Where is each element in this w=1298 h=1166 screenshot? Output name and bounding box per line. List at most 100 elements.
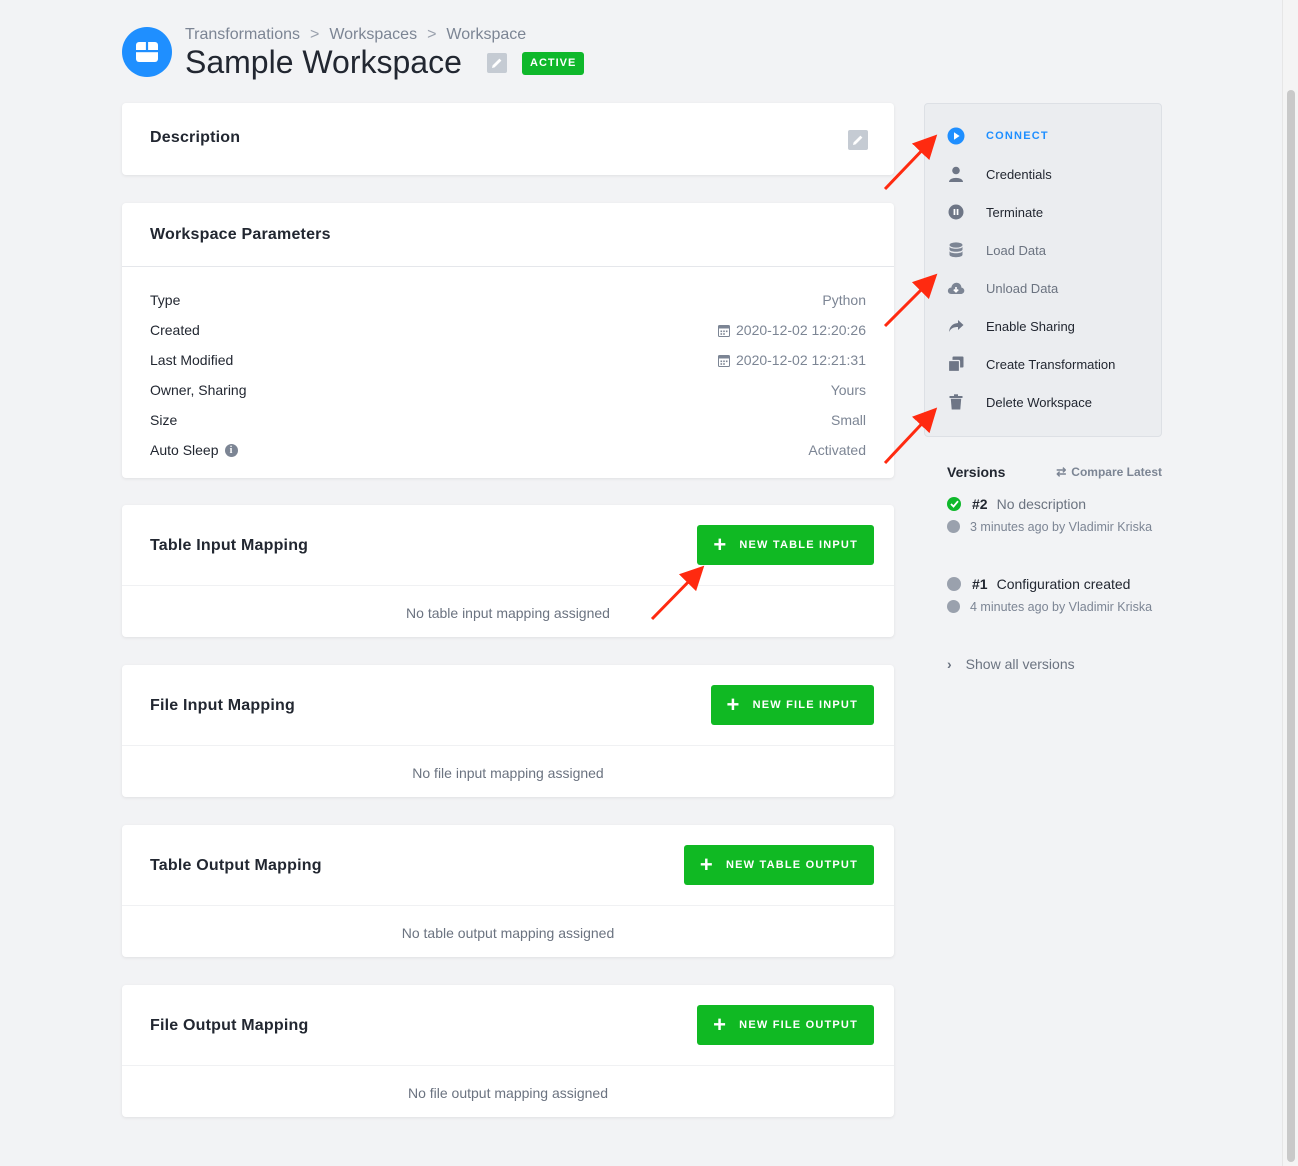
param-row-type: Type Python — [150, 285, 866, 315]
version-description: No description — [996, 496, 1087, 512]
empty-state: No table input mapping assigned — [406, 605, 610, 621]
button-label: NEW TABLE INPUT — [739, 539, 858, 551]
parameters-list: Type Python Created 2020-12-02 12:20:26 … — [150, 285, 866, 465]
version-item[interactable]: #1 Configuration created 4 minutes ago b… — [947, 574, 1162, 616]
workspace-icon — [122, 27, 172, 77]
menu-item-label: Credentials — [986, 166, 1052, 182]
chevron-right-icon: › — [947, 656, 952, 672]
param-label: Owner, Sharing — [150, 382, 247, 398]
new-file-input-button[interactable]: + NEW FILE INPUT — [710, 685, 874, 725]
pencil-icon[interactable] — [848, 130, 868, 150]
divider — [122, 905, 894, 906]
new-file-output-button[interactable]: + NEW FILE OUTPUT — [697, 1005, 874, 1045]
mapping-title: File Output Mapping — [150, 1017, 309, 1034]
param-label: Auto Sleep — [150, 442, 219, 458]
parameters-card: Workspace Parameters Type Python Created… — [122, 203, 894, 478]
divider — [122, 585, 894, 586]
breadcrumb-item-transformations[interactable]: Transformations — [185, 26, 300, 43]
breadcrumb-item-workspace: Workspace — [446, 26, 527, 43]
param-row-created: Created 2020-12-02 12:20:26 — [150, 315, 866, 345]
divider — [122, 745, 894, 746]
page-title: Sample Workspace — [185, 44, 462, 80]
param-label: Created — [150, 322, 200, 338]
version-number: #2 — [972, 496, 988, 512]
show-all-label: Show all versions — [965, 656, 1075, 672]
breadcrumb: Transformations > Workspaces > Workspace — [185, 26, 526, 44]
credentials-button[interactable]: Credentials — [925, 155, 1161, 193]
share-icon — [947, 317, 965, 335]
param-label: Size — [150, 412, 178, 428]
version-description: Configuration created — [996, 576, 1131, 592]
param-value: 2020-12-02 12:21:31 — [736, 352, 866, 368]
user-icon — [947, 165, 965, 183]
version-meta: 4 minutes ago by Vladimir Kriska — [947, 598, 1162, 616]
version-head: #1 Configuration created — [947, 574, 1162, 594]
version-number: #1 — [972, 576, 988, 592]
param-label: Type — [150, 292, 181, 308]
scrollbar[interactable] — [1282, 0, 1298, 1166]
terminate-button[interactable]: Terminate — [925, 193, 1161, 231]
compare-latest-link[interactable]: ⇄ Compare Latest — [1056, 465, 1162, 479]
param-value: 2020-12-02 12:20:26 — [736, 322, 866, 338]
mapping-title: File Input Mapping — [150, 697, 295, 714]
button-label: NEW FILE OUTPUT — [739, 1019, 858, 1031]
param-row-owner: Owner, Sharing Yours — [150, 375, 866, 405]
play-circle-icon — [947, 127, 965, 145]
version-meta-text: 4 minutes ago by Vladimir Kriska — [970, 600, 1153, 614]
menu-item-label: Delete Workspace — [986, 394, 1092, 410]
param-label: Last Modified — [150, 352, 234, 368]
create-transformation-button[interactable]: Create Transformation — [925, 345, 1161, 383]
new-table-output-button[interactable]: + NEW TABLE OUTPUT — [683, 845, 874, 885]
show-all-versions-link[interactable]: › Show all versions — [947, 656, 1075, 672]
chevron-right-icon: > — [310, 26, 320, 43]
param-row-last-modified: Last Modified 2020-12-02 12:21:31 — [150, 345, 866, 375]
plus-icon: + — [699, 852, 714, 877]
load-data-button[interactable]: Load Data — [925, 231, 1161, 269]
param-value: Yours — [830, 382, 866, 398]
pause-circle-icon — [947, 203, 965, 221]
compare-label: Compare Latest — [1071, 465, 1162, 479]
menu-item-label: Unload Data — [986, 280, 1059, 296]
menu-item-label: Create Transformation — [986, 356, 1116, 372]
version-meta: 3 minutes ago by Vladimir Kriska — [947, 518, 1162, 536]
empty-state: No file output mapping assigned — [407, 1085, 609, 1101]
check-circle-icon — [947, 497, 961, 511]
version-head: #2 No description — [947, 494, 1162, 514]
delete-workspace-button[interactable]: Delete Workspace — [925, 383, 1161, 421]
swap-icon: ⇄ — [1056, 465, 1067, 479]
connect-button[interactable]: CONNECT — [925, 117, 1161, 155]
mapping-title: Table Output Mapping — [150, 857, 322, 874]
pencil-icon[interactable] — [487, 53, 507, 73]
param-label-wrap: Auto Sleep i — [150, 442, 238, 458]
description-title: Description — [150, 129, 241, 146]
param-value: Python — [822, 292, 866, 308]
new-table-input-button[interactable]: + NEW TABLE INPUT — [697, 525, 874, 565]
info-icon[interactable]: i — [224, 443, 238, 457]
plus-icon: + — [726, 692, 741, 717]
mapping-title: Table Input Mapping — [150, 537, 309, 554]
plus-icon: + — [713, 1012, 728, 1037]
description-card: Description — [122, 103, 894, 175]
param-row-auto-sleep: Auto Sleep i Activated — [150, 435, 866, 465]
enable-sharing-button[interactable]: Enable Sharing — [925, 307, 1161, 345]
file-input-mapping-card: File Input Mapping + NEW FILE INPUT No fi… — [122, 665, 894, 797]
param-value-wrap: 2020-12-02 12:20:26 — [718, 322, 866, 338]
param-value: Small — [830, 412, 866, 428]
action-menu: CONNECT Credentials Terminate Load Data … — [924, 103, 1162, 437]
button-label: NEW TABLE OUTPUT — [725, 859, 858, 871]
scrollbar-thumb[interactable] — [1287, 90, 1295, 1162]
versions-title: Versions — [947, 464, 1006, 480]
version-item[interactable]: #2 No description 3 minutes ago by Vladi… — [947, 494, 1162, 536]
param-value-wrap: 2020-12-02 12:21:31 — [718, 352, 866, 368]
unload-data-button[interactable]: Unload Data — [925, 269, 1161, 307]
empty-state: No table output mapping assigned — [401, 925, 615, 941]
trash-icon — [947, 393, 965, 411]
plus-icon: + — [713, 532, 728, 557]
param-value: Activated — [808, 442, 866, 458]
table-output-mapping-card: Table Output Mapping + NEW TABLE OUTPUT N… — [122, 825, 894, 957]
clock-icon — [947, 600, 960, 613]
cloud-download-icon — [947, 279, 965, 297]
chevron-right-icon: > — [427, 26, 437, 43]
breadcrumb-item-workspaces[interactable]: Workspaces — [329, 26, 417, 43]
menu-item-label: Load Data — [986, 242, 1046, 258]
